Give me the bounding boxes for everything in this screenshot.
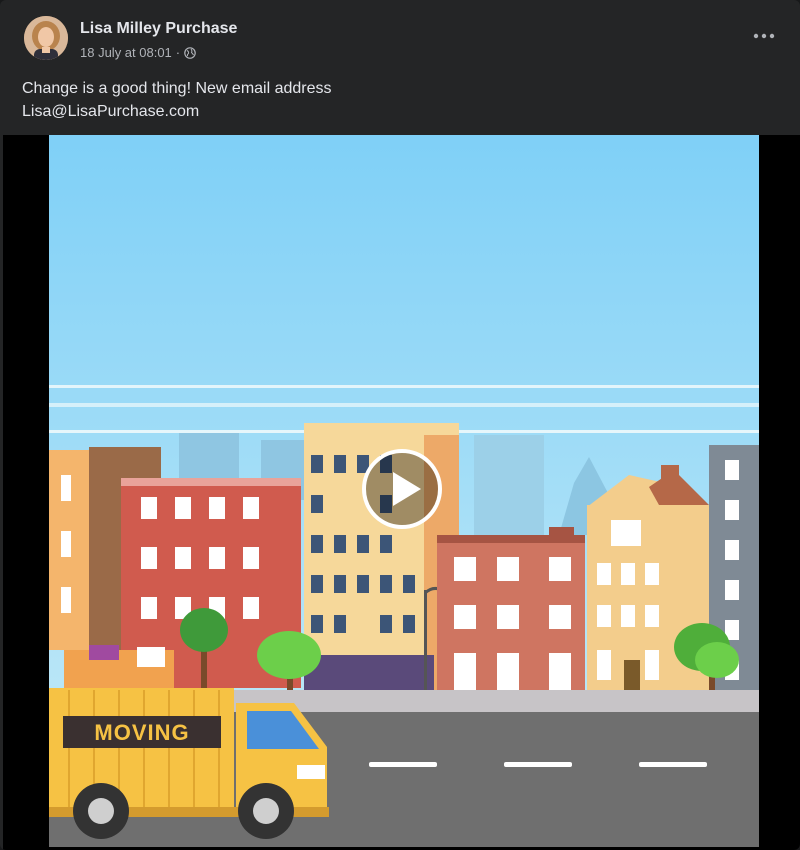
post-text: Change is a good thing! New email addres… [22,77,332,123]
post-date[interactable]: 18 July at 08:01 [80,45,172,60]
avatar[interactable] [24,16,68,60]
globe-icon [184,46,196,59]
author-name[interactable]: Lisa Milley Purchase [80,20,237,38]
post-header: Lisa Milley Purchase 18 July at 08:01 · [0,0,800,70]
post-meta: 18 July at 08:01 · [80,45,196,60]
post-text-line: Change is a good thing! New email addres… [22,80,332,97]
post-email-link[interactable]: Lisa@LisaPurchase.com [22,100,332,123]
play-icon[interactable] [361,448,443,530]
video-player[interactable]: MOVING [3,135,800,850]
meta-separator: · [175,45,181,60]
post-card: Lisa Milley Purchase 18 July at 08:01 · … [0,0,800,850]
more-options-icon[interactable] [750,26,778,46]
truck-label: MOVING [94,720,189,745]
